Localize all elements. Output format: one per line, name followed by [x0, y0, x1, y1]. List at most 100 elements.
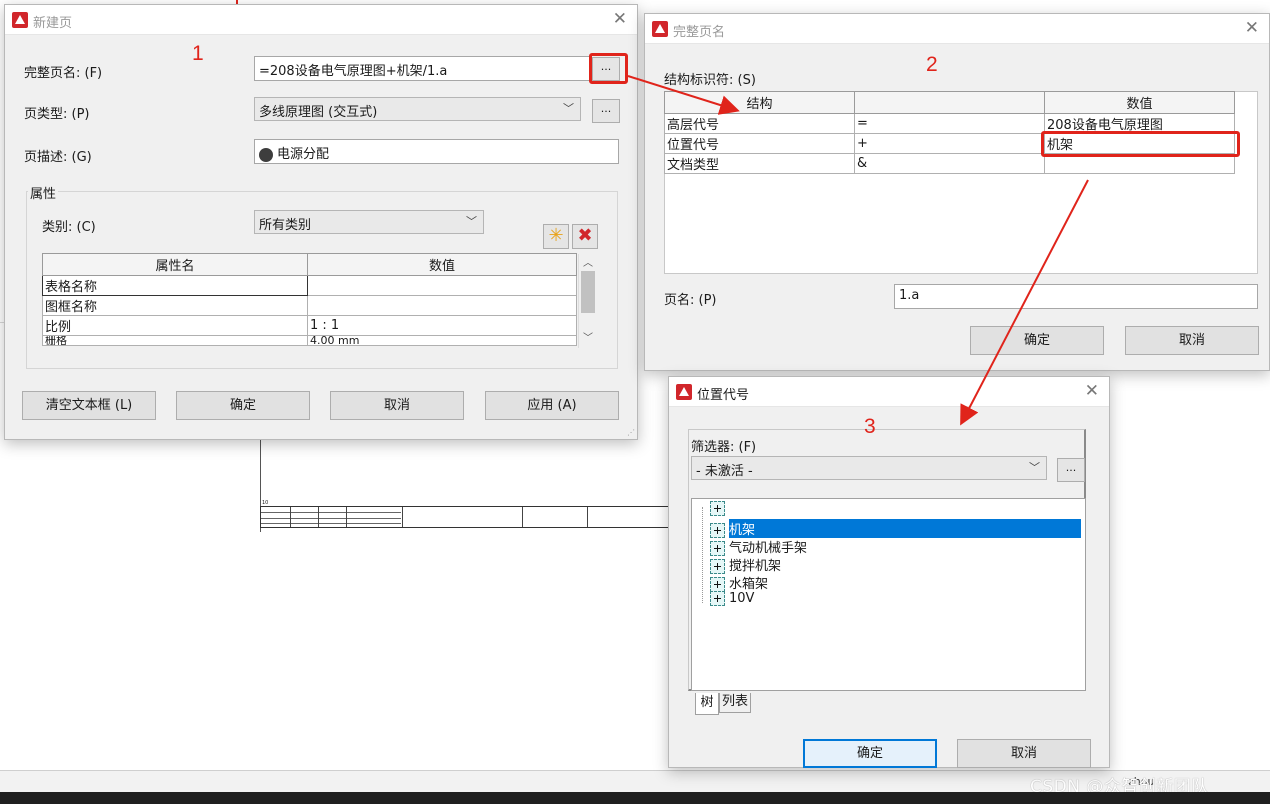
attributes-group-title: 属性 — [28, 183, 59, 202]
tree-item[interactable]: 气动机械手架 — [710, 537, 807, 556]
cancel-button[interactable]: 取消 — [1125, 326, 1259, 355]
table-row[interactable]: 表格名称 — [42, 275, 577, 296]
attr-value-cell[interactable]: 4.00 mm — [307, 335, 577, 346]
attr-name-cell[interactable]: 栅格 — [42, 335, 308, 346]
chevron-down-icon: ﹀ — [563, 102, 574, 115]
attr-name-cell[interactable]: 图框名称 — [42, 295, 308, 316]
tree-item-selected[interactable]: 机架 — [710, 519, 1084, 538]
col-header-structure: 结构 — [664, 91, 855, 114]
col-header-attr-name: 属性名 — [42, 253, 308, 276]
attr-value-cell[interactable] — [307, 295, 577, 316]
filter-select[interactable]: - 未激活 - ﹀ — [691, 456, 1047, 480]
new-page-dialog: 新建页 ✕ 完整页名: (F) =208设备电气原理图+机架/1.a ... 页… — [4, 4, 638, 440]
eplan-app-icon — [676, 384, 692, 400]
filter-value: - 未激活 - — [696, 464, 753, 479]
chevron-down-icon: ﹀ — [466, 215, 477, 228]
tree-item[interactable]: 水箱架 — [710, 573, 768, 592]
annotation-box-location-value — [1041, 131, 1240, 157]
page-name-label: 页名: (P) — [664, 293, 717, 308]
tab-tree[interactable]: 树 — [695, 693, 719, 715]
dialog-titlebar: 完整页名 ✕ — [645, 14, 1269, 44]
dialog-titlebar: 位置代号 ✕ — [669, 377, 1109, 407]
filter-browse-button[interactable]: ... — [1057, 458, 1085, 482]
expand-plus-icon[interactable] — [710, 541, 725, 556]
tree-item[interactable]: 10V — [710, 591, 754, 609]
page-desc-field[interactable]: 电源分配 — [254, 139, 619, 164]
tree-item[interactable] — [710, 501, 729, 519]
page-type-select[interactable]: 多线原理图 (交互式) ﹀ — [254, 97, 581, 121]
globe-icon — [259, 147, 273, 162]
scroll-thumb[interactable] — [581, 271, 595, 313]
page-desc-value: 电源分配 — [277, 147, 330, 162]
attr-name-cell[interactable]: 比例 — [42, 315, 308, 336]
cancel-button[interactable]: 取消 — [330, 391, 464, 420]
expand-plus-icon[interactable] — [710, 591, 725, 606]
page-type-label: 页类型: (P) — [24, 107, 90, 122]
attributes-table: 属性名 数值 表格名称 图框名称 比例 1 : 1 栅格 4.00 mm — [42, 253, 577, 346]
category-value: 所有类别 — [259, 218, 312, 233]
col-header-value: 数值 — [1044, 91, 1235, 114]
taskbar — [0, 792, 1270, 804]
expand-plus-icon[interactable] — [710, 559, 725, 574]
resize-grip-icon[interactable]: ⋰ — [627, 428, 635, 437]
clear-textbox-button[interactable]: 清空文本框 (L) — [22, 391, 156, 420]
page-type-value: 多线原理图 (交互式) — [259, 105, 378, 120]
expand-plus-icon[interactable] — [710, 577, 725, 592]
dialog-title: 新建页 — [33, 16, 73, 31]
page-desc-label: 页描述: (G) — [24, 150, 92, 165]
scroll-down-icon[interactable]: ﹀ — [579, 329, 597, 344]
chevron-down-icon: ﹀ — [1029, 461, 1040, 474]
table-row[interactable]: 栅格 4.00 mm — [42, 335, 577, 346]
apply-button[interactable]: 应用 (A) — [485, 391, 619, 420]
category-select[interactable]: 所有类别 ﹀ — [254, 210, 484, 234]
tree-item[interactable]: 搅拌机架 — [710, 555, 781, 574]
attr-value-cell[interactable] — [307, 275, 577, 296]
close-icon[interactable]: ✕ — [613, 9, 627, 29]
ok-button[interactable]: 确定 — [176, 391, 310, 420]
annotation-box-browse — [589, 53, 628, 84]
page-type-browse-button[interactable]: ... — [592, 99, 620, 123]
category-label: 类别: (C) — [42, 220, 96, 235]
annotation-number-2: 2 — [926, 53, 938, 76]
dialog-title: 完整页名 — [673, 25, 726, 40]
title-block — [260, 506, 670, 528]
filter-label: 筛选器: (F) — [691, 440, 757, 455]
annotation-number-3: 3 — [864, 415, 876, 438]
scroll-up-icon[interactable]: ︿ — [579, 254, 597, 269]
structure-cell: 位置代号 — [664, 133, 855, 154]
close-icon[interactable]: ✕ — [1245, 18, 1259, 38]
table-row[interactable]: 图框名称 — [42, 295, 577, 316]
structure-cell: 文档类型 — [664, 153, 855, 174]
col-header-attr-value: 数值 — [307, 253, 577, 276]
dialog-title: 位置代号 — [697, 388, 750, 403]
tree-guide-line — [702, 507, 703, 603]
dialog-titlebar: 新建页 ✕ — [5, 5, 637, 35]
attr-name-cell[interactable]: 表格名称 — [42, 275, 308, 296]
eplan-app-icon — [12, 12, 28, 28]
attr-value-cell[interactable]: 1 : 1 — [307, 315, 577, 336]
expand-plus-icon[interactable] — [710, 501, 725, 516]
full-page-name-dialog: 完整页名 ✕ 结构标识符: (S) 结构 数值 高层代号 = 208设备电气原理… — [644, 13, 1270, 371]
expand-plus-icon[interactable] — [710, 523, 725, 538]
col-header-prefix — [854, 91, 1045, 114]
cancel-button[interactable]: 取消 — [957, 739, 1091, 768]
structure-cell: 高层代号 — [664, 113, 855, 134]
tab-list[interactable]: 列表 — [719, 693, 751, 713]
delete-attribute-button[interactable]: ✖ — [572, 224, 598, 249]
struct-identifier-label: 结构标识符: (S) — [664, 73, 756, 88]
page-name-field[interactable]: 1.a — [894, 284, 1258, 309]
tree-view[interactable]: 机架 气动机械手架 搅拌机架 水箱架 10V — [691, 498, 1086, 691]
prefix-cell: = — [854, 113, 1045, 134]
table-row[interactable]: 比例 1 : 1 — [42, 315, 577, 336]
prefix-cell: & — [854, 153, 1045, 174]
new-attribute-button[interactable]: ✳ — [543, 224, 569, 249]
eplan-app-icon — [652, 21, 668, 37]
ok-button[interactable]: 确定 — [803, 739, 937, 768]
attributes-scrollbar[interactable]: ︿ ﹀ — [578, 254, 597, 348]
ok-button[interactable]: 确定 — [970, 326, 1104, 355]
full-page-name-field[interactable]: =208设备电气原理图+机架/1.a — [254, 56, 590, 81]
prefix-cell: + — [854, 133, 1045, 154]
location-code-dialog: 位置代号 ✕ 筛选器: (F) - 未激活 - ﹀ ... 机架 气动机械手架 … — [668, 376, 1110, 768]
annotation-number-1: 1 — [192, 42, 204, 65]
close-icon[interactable]: ✕ — [1085, 381, 1099, 401]
